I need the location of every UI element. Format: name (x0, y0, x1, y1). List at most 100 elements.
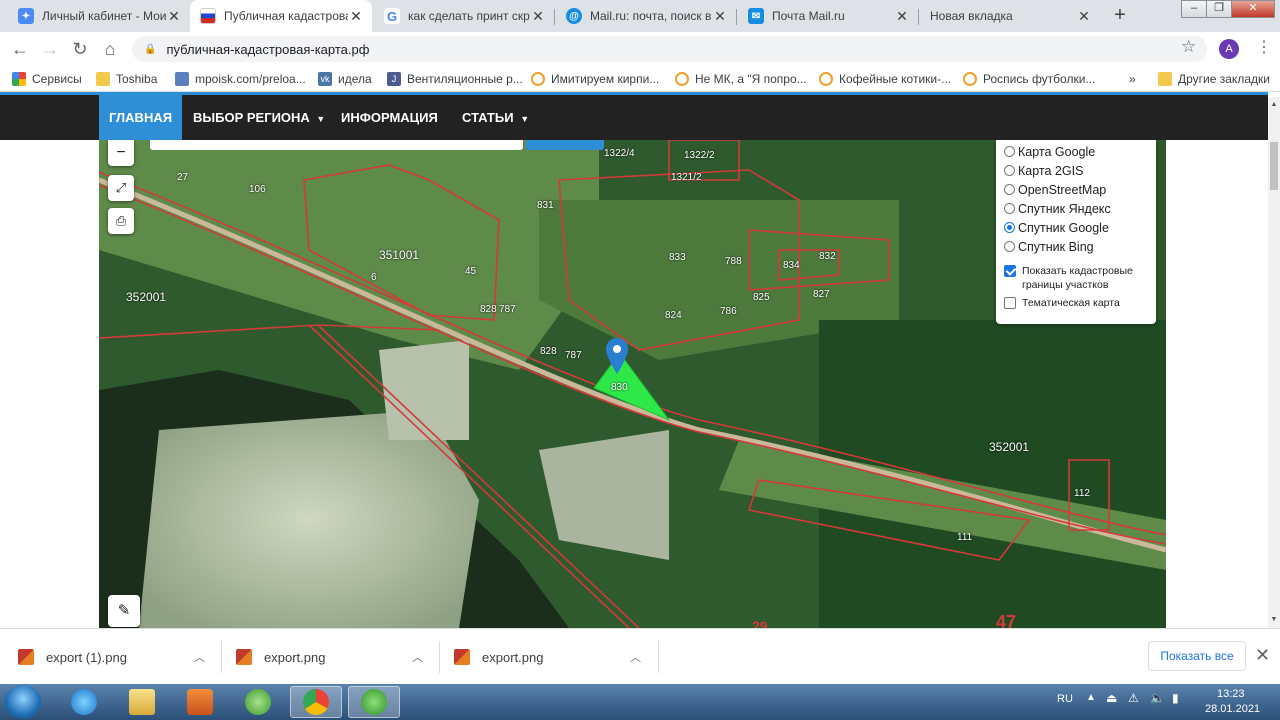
taskbar-explorer[interactable] (116, 686, 168, 718)
tab-google-search[interactable]: G как сделать принт скри ✕ (374, 0, 554, 32)
satellite-map[interactable]: 1322/4 1322/2 1321/2 106 27 831 351001 8… (99, 140, 1166, 628)
close-tab-icon[interactable]: ✕ (530, 8, 546, 25)
fullscreen-expand-icon[interactable]: ⤢ (108, 175, 134, 201)
taskbar-media[interactable] (174, 686, 226, 718)
close-tab-icon[interactable]: ✕ (894, 8, 910, 25)
bookmark-ventilation[interactable]: J Вентиляционные р... (387, 70, 523, 88)
tab-mailru[interactable]: @ Mail.ru: почта, поиск в ✕ (556, 0, 736, 32)
language-indicator[interactable]: RU (1057, 693, 1073, 705)
close-tab-icon[interactable]: ✕ (348, 8, 364, 25)
bookmark-vk[interactable]: vk идела (318, 70, 372, 88)
layer-option-2gis[interactable]: Карта 2GIS (1004, 161, 1148, 180)
bookmark-mpoisk[interactable]: mpoisk.com/preloa... (175, 70, 306, 88)
profile-avatar[interactable]: A (1219, 39, 1239, 59)
option-show-cadastral-borders[interactable]: Показать кадастровые границы участков (1004, 264, 1148, 292)
page-scrollbar[interactable]: ▲ ▼ (1268, 97, 1280, 628)
show-all-downloads-button[interactable]: Показать все (1148, 641, 1246, 671)
volume-icon[interactable]: 🔈 (1150, 691, 1165, 705)
scroll-up-arrow-icon[interactable]: ▲ (1268, 99, 1280, 111)
bookmarks-more-chevron-icon[interactable]: » (1129, 70, 1136, 88)
home-icon[interactable]: ⌂ (98, 37, 122, 61)
nav-home[interactable]: ГЛАВНАЯ (99, 95, 183, 140)
clock-time[interactable]: 13:23 (1217, 688, 1245, 700)
scrollbar-thumb[interactable] (1270, 142, 1278, 190)
address-bar[interactable]: 🔒 публичная-кадастровая-карта.рф (132, 36, 1207, 62)
bookmark-label: Имитируем кирпи... (551, 72, 660, 86)
radio-button-selected[interactable] (1004, 222, 1015, 233)
close-tab-icon[interactable]: ✕ (712, 8, 728, 25)
parcel-label: 824 (665, 310, 682, 321)
close-window-icon[interactable]: ✕ (1231, 0, 1275, 18)
bookmark-other[interactable]: Другие закладки (1158, 70, 1270, 88)
layer-option-osm[interactable]: OpenStreetMap (1004, 180, 1148, 199)
bookmark-label: Другие закладки (1178, 72, 1270, 86)
radio-button[interactable] (1004, 241, 1015, 252)
radio-button[interactable] (1004, 184, 1015, 195)
nav-articles[interactable]: СТАТЬИ ▼ (452, 95, 539, 140)
tab-cadastral-map[interactable]: Публичная кадастровая ✕ (190, 0, 372, 32)
chevron-up-icon[interactable]: ︿ (412, 649, 423, 665)
kebab-menu-icon[interactable]: ⋮ (1256, 37, 1272, 57)
close-icon[interactable]: ✕ (1255, 645, 1270, 666)
checkbox-checked[interactable] (1004, 265, 1016, 277)
map-search-input[interactable] (150, 140, 523, 150)
layer-option-yandex-satellite[interactable]: Спутник Яндекс (1004, 199, 1148, 218)
parcel-label: 111 (957, 532, 973, 543)
chevron-up-icon[interactable]: ︿ (194, 649, 205, 665)
map-search-button[interactable] (526, 140, 604, 150)
bookmark-coffee-cats[interactable]: Кофейные котики-... (819, 70, 951, 88)
scroll-down-arrow-icon[interactable]: ▼ (1268, 614, 1280, 626)
nav-region-select[interactable]: ВЫБОР РЕГИОНА ▼ (183, 95, 335, 140)
radio-button[interactable] (1004, 165, 1015, 176)
nav-info[interactable]: ИНФОРМАЦИЯ (331, 95, 448, 140)
taskbar-ie[interactable] (58, 686, 110, 718)
bookmark-brick[interactable]: Имитируем кирпи... (531, 70, 659, 88)
bookmark-tshirt[interactable]: Роспись футболки... (963, 70, 1095, 88)
minimize-window-icon[interactable]: – (1181, 0, 1207, 18)
location-pin-icon[interactable] (606, 338, 628, 374)
taskbar-messenger[interactable] (232, 686, 284, 718)
windows-start-icon[interactable] (5, 685, 41, 719)
tab-lichny-kabinet[interactable]: ✦ Личный кабинет - Мои ✕ (8, 0, 190, 32)
bookmark-services[interactable]: Сервисы (12, 70, 82, 88)
download-item[interactable]: export (1).png ︿ (18, 629, 218, 685)
reload-icon[interactable]: ↻ (68, 37, 92, 61)
restore-window-icon[interactable]: ❐ (1206, 0, 1232, 18)
layer-option-google-satellite[interactable]: Спутник Google (1004, 218, 1148, 237)
radio-button[interactable] (1004, 146, 1015, 157)
taskbar-utorrent[interactable] (348, 686, 400, 718)
forward-arrow-icon[interactable]: → (38, 37, 62, 61)
radio-button[interactable] (1004, 203, 1015, 214)
option-thematic-map[interactable]: Тематическая карта (1004, 296, 1148, 310)
close-tab-icon[interactable]: ✕ (1076, 8, 1092, 25)
taskbar-chrome[interactable] (290, 686, 342, 718)
usb-icon[interactable]: ⏏ (1106, 691, 1117, 705)
tab-new-tab[interactable]: Новая вкладка ✕ (920, 0, 1100, 32)
ruler-measure-icon[interactable]: ✎ (108, 595, 140, 627)
download-item[interactable]: export.png ︿ (236, 629, 436, 685)
network-warning-icon[interactable]: ⚠ (1128, 691, 1139, 705)
back-arrow-icon[interactable]: ← (8, 37, 32, 61)
bookmark-ne-mk[interactable]: Не МК, а "Я попро... (675, 70, 807, 88)
bookmark-toshiba[interactable]: Toshiba (96, 70, 157, 88)
layer-option-bing-satellite[interactable]: Спутник Bing (1004, 237, 1148, 256)
clock-date[interactable]: 28.01.2021 (1205, 703, 1260, 715)
tray-expand-icon[interactable]: ▲ (1086, 692, 1096, 703)
chevron-up-icon[interactable]: ︿ (630, 649, 641, 665)
checkbox[interactable] (1004, 297, 1016, 309)
layer-option-google-map[interactable]: Карта Google (1004, 142, 1148, 161)
people-icon (245, 689, 271, 715)
new-tab-plus-icon[interactable]: + (1108, 4, 1132, 28)
chevron-down-icon: ▼ (316, 114, 326, 124)
signal-bars-icon[interactable]: ▮ (1172, 691, 1179, 705)
bookmark-star-icon[interactable]: ☆ (1181, 37, 1196, 57)
parcel-label: 833 (669, 252, 686, 263)
zoom-out-button[interactable]: − (108, 140, 134, 166)
circle-icon (531, 72, 545, 86)
tab-title: Новая вкладка (930, 9, 1013, 23)
print-icon[interactable]: ⎙ (108, 208, 134, 234)
tab-mail-inbox[interactable]: ✉ Почта Mail.ru ✕ (738, 0, 918, 32)
download-item[interactable]: export.png ︿ (454, 629, 654, 685)
parcel-label: 47 (996, 612, 1017, 628)
close-tab-icon[interactable]: ✕ (166, 8, 182, 25)
